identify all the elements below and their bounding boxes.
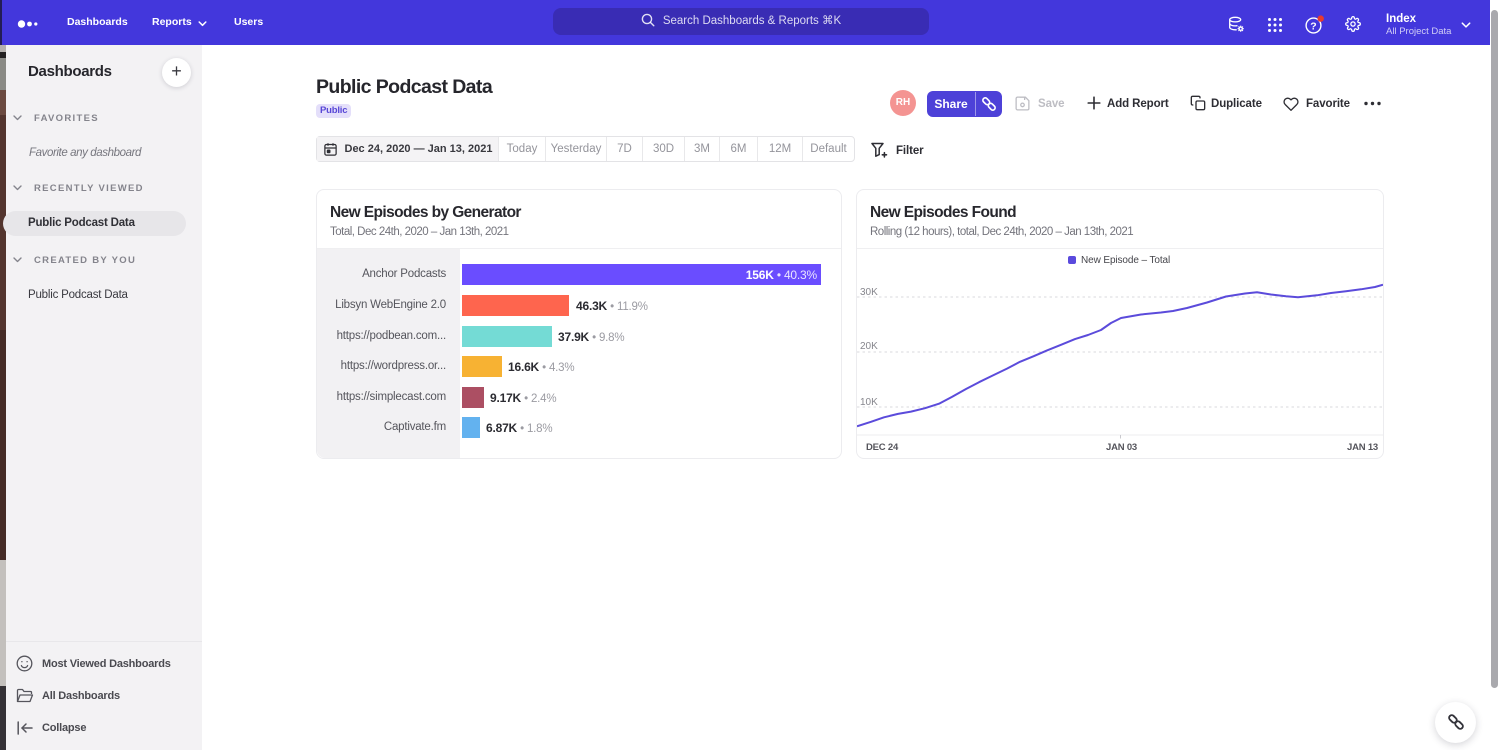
svg-text:?: ? (1310, 21, 1316, 33)
